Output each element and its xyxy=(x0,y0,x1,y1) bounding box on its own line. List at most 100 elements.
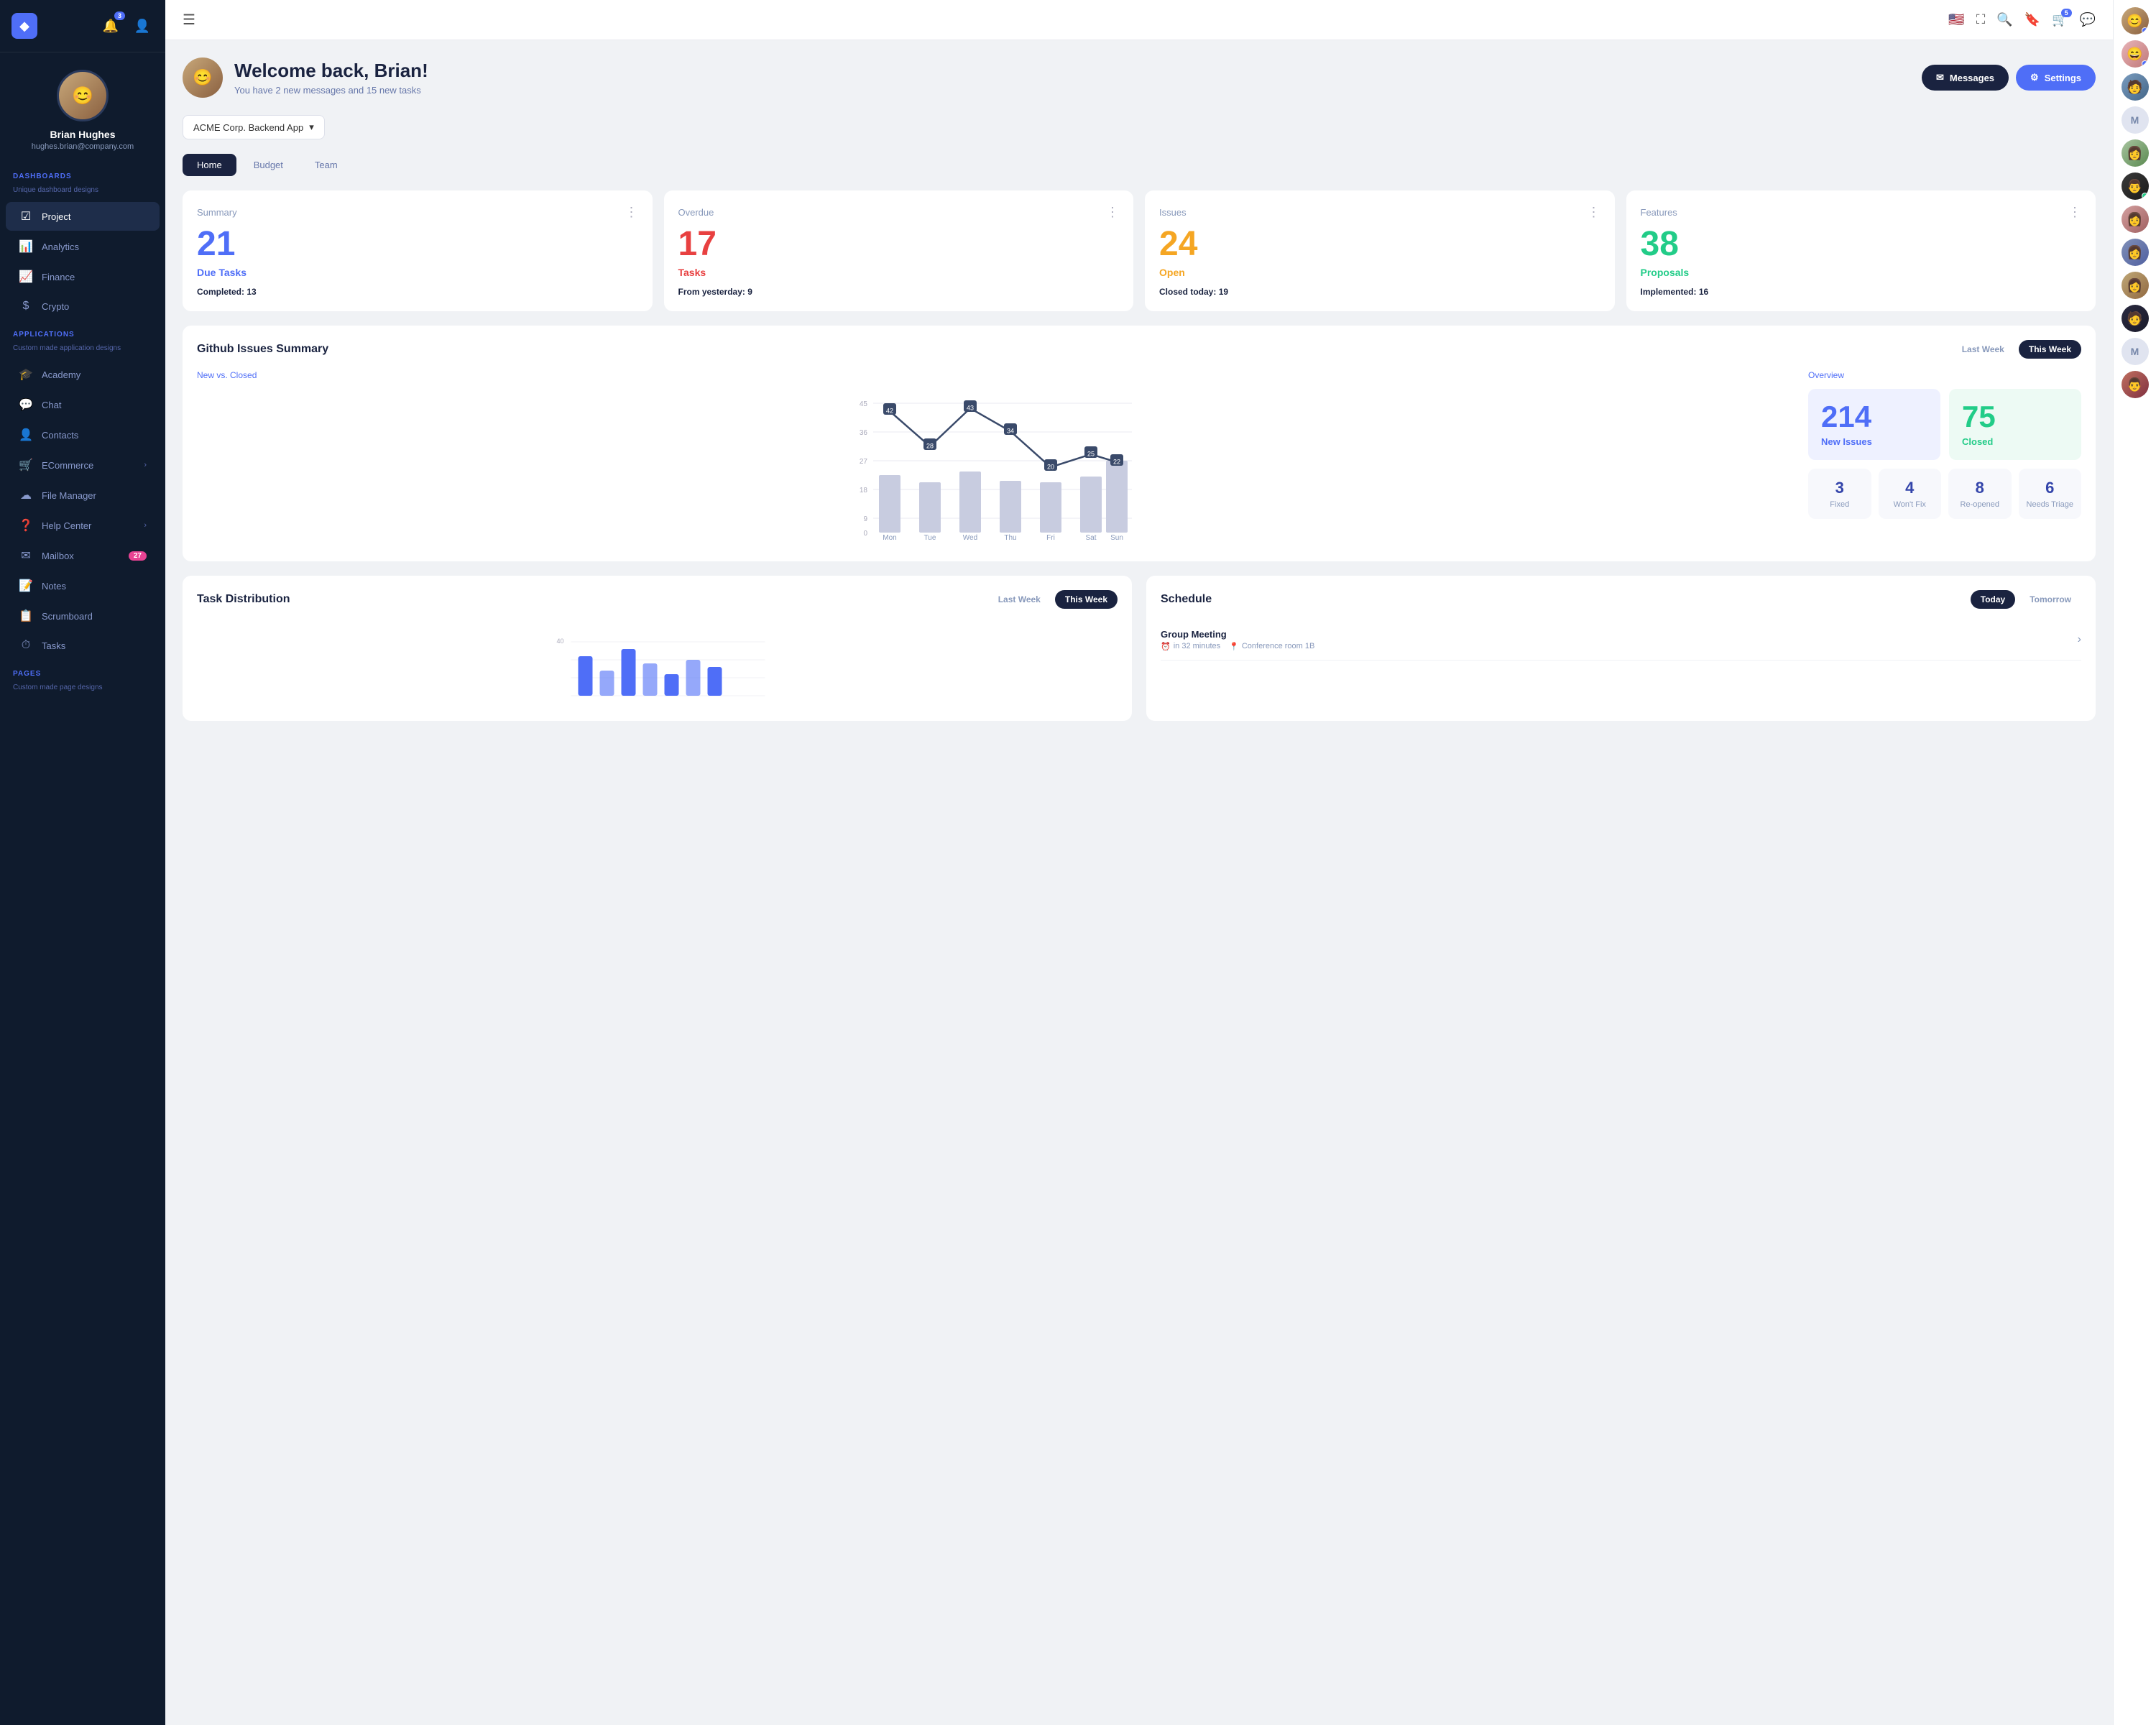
right-sidebar-avatar-m[interactable]: M xyxy=(2122,106,2149,134)
sidebar-item-chat[interactable]: 💬 Chat xyxy=(6,390,160,419)
stat-card-title: Issues ⋮ xyxy=(1159,205,1600,220)
task-distribution-section: Task Distribution Last Week This Week 40 xyxy=(183,576,1132,721)
task-dist-title: Task Distribution xyxy=(197,593,290,606)
cart-icon[interactable]: 🛒 5 xyxy=(2052,12,2068,27)
hamburger-menu[interactable]: ☰ xyxy=(183,11,195,29)
tomorrow-button[interactable]: Tomorrow xyxy=(2019,590,2081,609)
tab-team[interactable]: Team xyxy=(300,154,352,176)
right-sidebar-avatar-5[interactable]: 👩 xyxy=(2122,139,2149,167)
svg-text:45: 45 xyxy=(860,400,868,408)
sidebar-item-label: Analytics xyxy=(42,242,79,252)
event-title: Group Meeting xyxy=(1161,629,1314,640)
scrumboard-icon: 📋 xyxy=(19,609,33,623)
tab-home[interactable]: Home xyxy=(183,154,236,176)
messages-icon[interactable]: 💬 xyxy=(2080,12,2096,27)
pages-label: PAGES xyxy=(0,660,165,682)
messages-button[interactable]: ✉ Messages xyxy=(1922,65,2009,91)
task-this-week-button[interactable]: This Week xyxy=(1055,590,1118,609)
this-week-button[interactable]: This Week xyxy=(2019,340,2081,359)
svg-text:Sun: Sun xyxy=(1110,534,1123,542)
sidebar-item-finance[interactable]: 📈 Finance xyxy=(6,262,160,291)
svg-text:20: 20 xyxy=(1047,463,1054,470)
sidebar-item-label: Notes xyxy=(42,581,66,592)
online-indicator xyxy=(2142,27,2148,34)
sidebar-item-academy[interactable]: 🎓 Academy xyxy=(6,360,160,389)
project-dropdown[interactable]: ACME Corp. Backend App ▾ xyxy=(183,115,325,139)
sidebar-item-ecommerce[interactable]: 🛒 ECommerce › xyxy=(6,451,160,479)
sidebar-item-project[interactable]: ☑ Project xyxy=(6,202,160,231)
user-menu-icon[interactable]: 👤 xyxy=(131,14,154,37)
wont-fix-number: 4 xyxy=(1886,479,1935,497)
welcome-section: 😊 Welcome back, Brian! You have 2 new me… xyxy=(183,58,2096,98)
project-name: ACME Corp. Backend App xyxy=(193,122,303,133)
sidebar-item-file-manager[interactable]: ☁ File Manager xyxy=(6,481,160,510)
sidebar-item-contacts[interactable]: 👤 Contacts xyxy=(6,420,160,449)
wont-fix-card: 4 Won't Fix xyxy=(1879,469,1942,519)
schedule-section: Schedule Today Tomorrow Group Meeting ⏰ … xyxy=(1146,576,2096,721)
sidebar-item-label: ECommerce xyxy=(42,460,93,471)
stat-number: 21 xyxy=(197,226,638,264)
svg-text:0: 0 xyxy=(863,530,867,538)
right-sidebar-avatar-3[interactable]: 🧑 xyxy=(2122,73,2149,101)
triage-number: 6 xyxy=(2026,479,2075,497)
reopened-label: Re-opened xyxy=(1955,500,2004,509)
right-sidebar-avatar-9[interactable]: 👩 xyxy=(2122,272,2149,299)
right-sidebar-avatar-2[interactable]: 😄 xyxy=(2122,40,2149,68)
sidebar-item-tasks[interactable]: ⏱ Tasks xyxy=(6,632,160,659)
applications-sub: Custom made application designs xyxy=(0,343,165,359)
right-sidebar: 😊 😄 🧑 M 👩 👨 👩 👩 👩 🧑 M 👨 xyxy=(2113,0,2156,1725)
last-week-button[interactable]: Last Week xyxy=(1952,340,2014,359)
task-last-week-button[interactable]: Last Week xyxy=(988,590,1051,609)
right-sidebar-avatar-7[interactable]: 👩 xyxy=(2122,206,2149,233)
new-issues-card: 214 New Issues xyxy=(1808,389,1940,460)
right-sidebar-avatar-1[interactable]: 😊 xyxy=(2122,7,2149,34)
stat-card-title: Summary ⋮ xyxy=(197,205,638,220)
svg-text:Tue: Tue xyxy=(924,534,936,542)
welcome-text: Welcome back, Brian! You have 2 new mess… xyxy=(234,60,428,96)
messages-btn-icon: ✉ xyxy=(1936,72,1944,83)
search-icon[interactable]: 🔍 xyxy=(1996,12,2012,27)
sidebar-item-mailbox[interactable]: ✉ Mailbox 27 xyxy=(6,541,160,570)
new-issues-label: New Issues xyxy=(1821,436,1927,447)
crypto-icon: $ xyxy=(19,300,33,313)
settings-button[interactable]: ⚙ Settings xyxy=(2016,65,2096,91)
sidebar-item-help-center[interactable]: ❓ Help Center › xyxy=(6,511,160,540)
sidebar-item-label: Mailbox xyxy=(42,551,74,561)
notifications-icon[interactable]: 🔔 3 xyxy=(99,14,122,37)
today-button[interactable]: Today xyxy=(1971,590,2015,609)
right-sidebar-avatar-m2[interactable]: M xyxy=(2122,338,2149,365)
right-sidebar-avatar-10[interactable]: 🧑 xyxy=(2122,305,2149,332)
app-logo[interactable]: ◆ xyxy=(11,13,37,39)
fullscreen-icon[interactable]: ⛶ xyxy=(1976,12,1986,27)
main-container: ☰ 🇺🇸 ⛶ 🔍 🔖 🛒 5 💬 😊 Welcome back, Brian! … xyxy=(165,0,2113,1725)
sidebar-item-analytics[interactable]: 📊 Analytics xyxy=(6,232,160,261)
svg-text:9: 9 xyxy=(863,515,867,523)
sidebar-item-scrumboard[interactable]: 📋 Scrumboard xyxy=(6,602,160,630)
card-menu-icon[interactable]: ⋮ xyxy=(1588,205,1600,220)
right-sidebar-avatar-8[interactable]: 👩 xyxy=(2122,239,2149,266)
welcome-avatar: 😊 xyxy=(183,58,223,98)
bookmark-icon[interactable]: 🔖 xyxy=(2024,12,2040,27)
svg-text:43: 43 xyxy=(967,404,974,411)
overview-label: Overview xyxy=(1808,370,2081,380)
svg-text:42: 42 xyxy=(886,407,893,414)
card-menu-icon[interactable]: ⋮ xyxy=(625,205,638,220)
sidebar-item-crypto[interactable]: $ Crypto xyxy=(6,293,160,320)
right-sidebar-avatar-12[interactable]: 👨 xyxy=(2122,371,2149,398)
language-selector[interactable]: 🇺🇸 xyxy=(1948,12,1964,27)
stat-label: Tasks xyxy=(678,267,1120,278)
card-menu-icon[interactable]: ⋮ xyxy=(2068,205,2081,220)
stat-card-overdue: Overdue ⋮ 17 Tasks From yesterday: 9 xyxy=(664,190,1134,311)
event-arrow-icon[interactable]: › xyxy=(2078,633,2081,646)
right-sidebar-avatar-6[interactable]: 👨 xyxy=(2122,172,2149,200)
mailbox-icon: ✉ xyxy=(19,548,33,563)
sidebar-item-notes[interactable]: 📝 Notes xyxy=(6,571,160,600)
card-menu-icon[interactable]: ⋮ xyxy=(1106,205,1119,220)
online-indicator xyxy=(2142,193,2148,199)
reopened-number: 8 xyxy=(1955,479,2004,497)
svg-text:22: 22 xyxy=(1113,458,1120,465)
stat-card-features: Features ⋮ 38 Proposals Implemented: 16 xyxy=(1626,190,2096,311)
github-content: New vs. Closed 45 36 27 xyxy=(197,370,2081,547)
svg-text:34: 34 xyxy=(1007,427,1014,434)
tab-budget[interactable]: Budget xyxy=(239,154,298,176)
